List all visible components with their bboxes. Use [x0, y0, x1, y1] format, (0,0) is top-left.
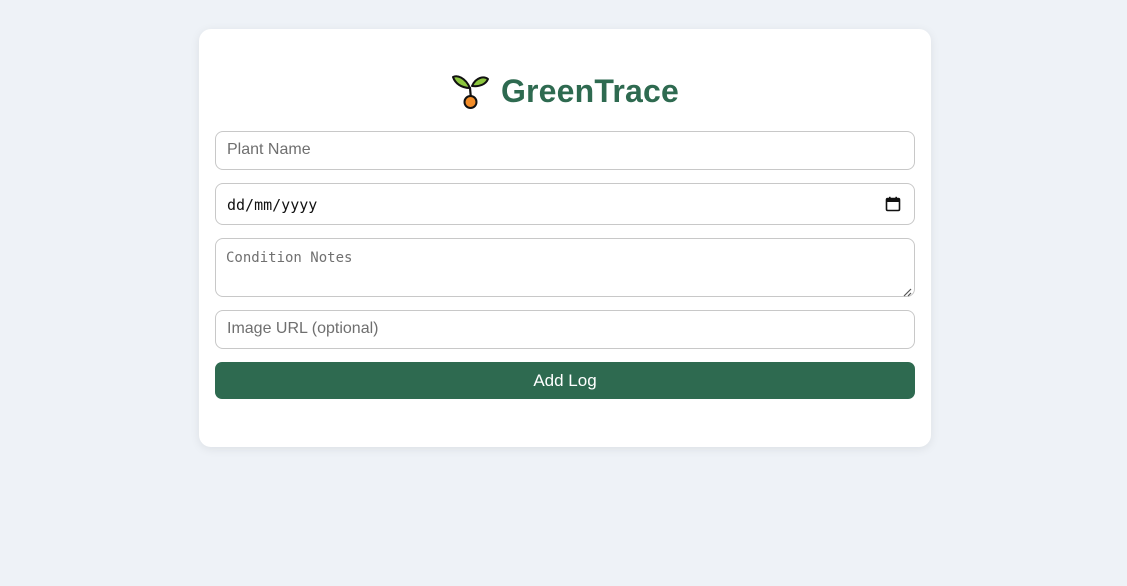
resize-handle-icon[interactable] — [902, 284, 912, 297]
plant-name-placeholder: Plant Name — [227, 141, 311, 158]
plant-name-input[interactable]: Plant Name — [215, 131, 915, 170]
calendar-icon[interactable] — [885, 196, 901, 212]
date-format-text: dd/mm/yyyy — [227, 196, 318, 214]
brand-header: GreenTrace — [199, 69, 931, 113]
app-title: GreenTrace — [500, 72, 680, 109]
add-log-button[interactable]: Add Log — [215, 362, 915, 399]
image-url-input[interactable]: Image URL (optional) — [215, 310, 915, 349]
log-form-card: GreenTrace Plant Name dd/mm/yyyy Conditi… — [199, 29, 931, 447]
condition-notes-placeholder: Condition Notes — [226, 250, 353, 266]
condition-notes-textarea[interactable]: Condition Notes — [215, 238, 915, 297]
seedling-icon — [451, 71, 491, 111]
date-input[interactable]: dd/mm/yyyy — [215, 183, 915, 225]
image-url-placeholder: Image URL (optional) — [227, 320, 379, 337]
